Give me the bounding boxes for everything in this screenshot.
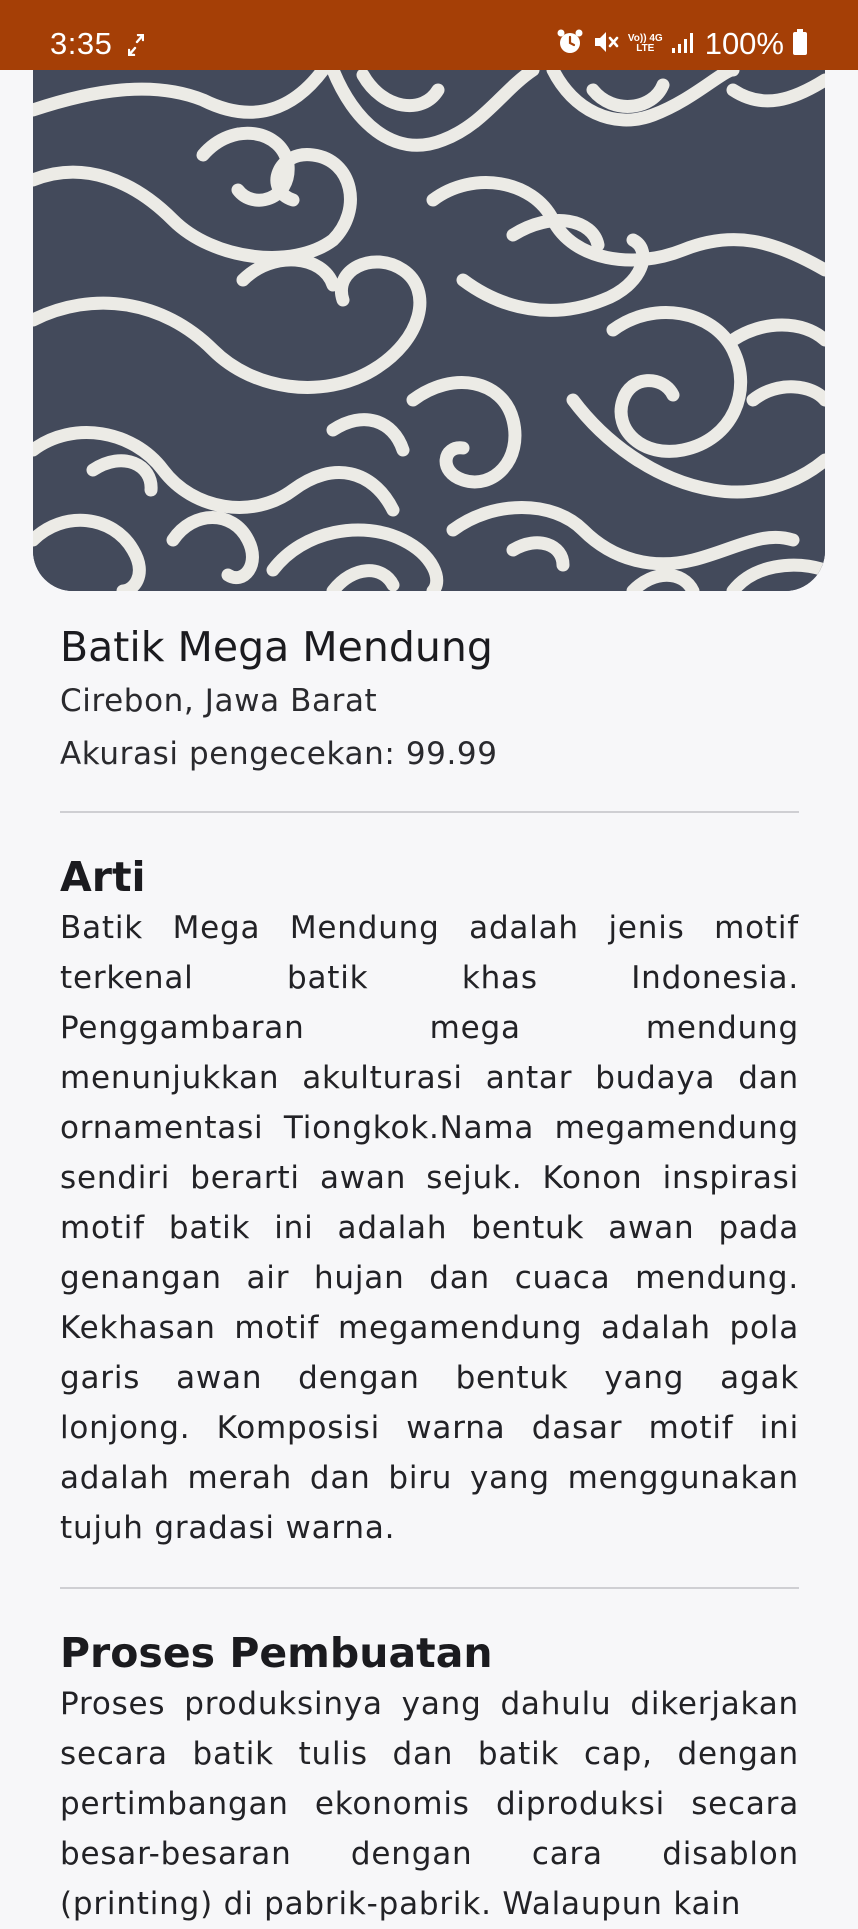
sync-icon [127,33,145,60]
battery-icon [792,28,808,60]
meaning-body: Batik Mega Mendung adalah jenis motif te… [60,910,799,1546]
batik-origin: Cirebon, Jawa Barat [60,683,378,719]
status-bar: 3:35 Vo)) 4G LTE 100% [0,0,858,70]
network-bottom-label: LTE [636,43,655,54]
process-title: Proses Pembuatan [60,1629,493,1677]
network-icon: Vo)) 4G LTE [628,34,663,54]
batik-name: Batik Mega Mendung [60,623,493,671]
status-time: 3:35 [50,26,113,61]
signal-icon [671,30,697,58]
batik-image [33,70,825,591]
mute-icon [592,28,620,60]
meaning-title: Arti [60,853,146,901]
batik-detail: Batik Mega Mendung Cirebon, Jawa Barat A… [60,591,799,1929]
divider [60,811,799,813]
accuracy-label: Akurasi pengecekan: 99.99 [60,736,498,772]
mega-mendung-pattern [33,70,825,591]
alarm-icon [556,28,584,60]
battery-percent: 100% [704,26,784,61]
process-body: Proses produksinya yang dahulu dikerjaka… [60,1686,799,1922]
divider [60,1587,799,1589]
